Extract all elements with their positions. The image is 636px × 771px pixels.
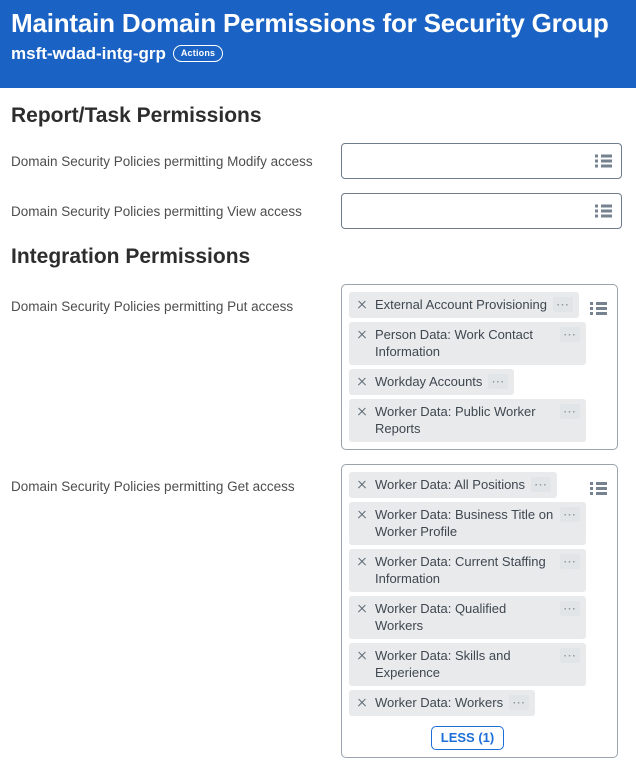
- list-icon[interactable]: [590, 482, 607, 495]
- subtitle-row: msft-wdad-intg-grp Actions: [11, 43, 625, 64]
- close-icon[interactable]: [355, 403, 369, 420]
- chip-label: Worker Data: Skills and Experience: [375, 647, 554, 681]
- chip-item[interactable]: External Account Provisioning ⋯: [349, 292, 579, 318]
- field-label-view-access: Domain Security Policies permitting View…: [11, 193, 341, 220]
- ellipsis-icon[interactable]: ⋯: [560, 601, 580, 616]
- chip-item[interactable]: Worker Data: Business Title on Worker Pr…: [349, 502, 586, 545]
- ellipsis-icon[interactable]: ⋯: [531, 477, 551, 492]
- ellipsis-icon[interactable]: ⋯: [560, 507, 580, 522]
- close-icon[interactable]: [355, 694, 369, 711]
- page-header: Maintain Domain Permissions for Security…: [0, 0, 636, 88]
- less-button[interactable]: LESS (1): [431, 726, 504, 750]
- close-icon[interactable]: [355, 326, 369, 343]
- chip-item[interactable]: Workday Accounts ⋯: [349, 369, 514, 395]
- ellipsis-icon[interactable]: ⋯: [560, 648, 580, 663]
- field-row-put-access: Domain Security Policies permitting Put …: [11, 284, 630, 450]
- section-heading-integration: Integration Permissions: [11, 244, 630, 270]
- page-content: Report/Task Permissions Domain Security …: [0, 103, 636, 758]
- ellipsis-icon[interactable]: ⋯: [560, 327, 580, 342]
- close-icon[interactable]: [355, 296, 369, 313]
- chips-box-get-access[interactable]: Worker Data: All Positions ⋯ Worker Data…: [341, 464, 618, 758]
- chip-label: Worker Data: All Positions: [375, 476, 525, 493]
- less-row: LESS (1): [349, 726, 586, 750]
- close-icon[interactable]: [355, 373, 369, 390]
- chip-item[interactable]: Worker Data: All Positions ⋯: [349, 472, 557, 498]
- list-icon[interactable]: [590, 302, 607, 315]
- list-icon[interactable]: [595, 205, 612, 218]
- security-group-name: msft-wdad-intg-grp: [11, 43, 166, 64]
- chip-label: Worker Data: Business Title on Worker Pr…: [375, 506, 554, 540]
- field-label-get-access: Domain Security Policies permitting Get …: [11, 464, 341, 495]
- list-icon[interactable]: [595, 155, 612, 168]
- field-row-view-access: Domain Security Policies permitting View…: [11, 193, 630, 229]
- chip-label: Worker Data: Qualified Workers: [375, 600, 554, 634]
- chips-list-get-access: Worker Data: All Positions ⋯ Worker Data…: [349, 472, 586, 750]
- field-label-modify-access: Domain Security Policies permitting Modi…: [11, 143, 341, 170]
- close-icon[interactable]: [355, 647, 369, 664]
- chip-label: Worker Data: Current Staffing Informatio…: [375, 553, 554, 587]
- chip-item[interactable]: Worker Data: Skills and Experience ⋯: [349, 643, 586, 686]
- section-heading-report-task: Report/Task Permissions: [11, 103, 630, 129]
- chips-box-put-access[interactable]: External Account Provisioning ⋯ Person D…: [341, 284, 618, 450]
- ellipsis-icon[interactable]: ⋯: [488, 374, 508, 389]
- chip-item[interactable]: Worker Data: Public Worker Reports ⋯: [349, 399, 586, 442]
- close-icon[interactable]: [355, 553, 369, 570]
- chip-label: External Account Provisioning: [375, 296, 547, 313]
- chip-label: Worker Data: Workers: [375, 694, 503, 711]
- chip-item[interactable]: Worker Data: Current Staffing Informatio…: [349, 549, 586, 592]
- close-icon[interactable]: [355, 600, 369, 617]
- actions-button[interactable]: Actions: [173, 45, 223, 62]
- chip-label: Person Data: Work Contact Information: [375, 326, 554, 360]
- input-view-access[interactable]: [341, 193, 622, 229]
- chip-label: Worker Data: Public Worker Reports: [375, 403, 554, 437]
- chip-item[interactable]: Worker Data: Qualified Workers ⋯: [349, 596, 586, 639]
- page-title: Maintain Domain Permissions for Security…: [11, 6, 625, 40]
- close-icon[interactable]: [355, 506, 369, 523]
- chips-list-put-access: External Account Provisioning ⋯ Person D…: [349, 292, 586, 442]
- field-row-modify-access: Domain Security Policies permitting Modi…: [11, 143, 630, 179]
- input-modify-access[interactable]: [341, 143, 622, 179]
- ellipsis-icon[interactable]: ⋯: [560, 554, 580, 569]
- field-label-put-access: Domain Security Policies permitting Put …: [11, 284, 341, 315]
- chip-label: Workday Accounts: [375, 373, 482, 390]
- close-icon[interactable]: [355, 476, 369, 493]
- ellipsis-icon[interactable]: ⋯: [553, 297, 573, 312]
- chip-item[interactable]: Person Data: Work Contact Information ⋯: [349, 322, 586, 365]
- ellipsis-icon[interactable]: ⋯: [560, 404, 580, 419]
- field-row-get-access: Domain Security Policies permitting Get …: [11, 464, 630, 758]
- ellipsis-icon[interactable]: ⋯: [509, 695, 529, 710]
- chip-item[interactable]: Worker Data: Workers ⋯: [349, 690, 535, 716]
